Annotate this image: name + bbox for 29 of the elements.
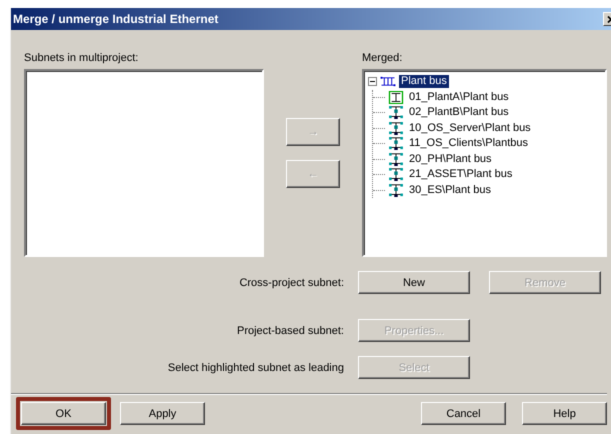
- tree-item[interactable]: 10_OS_Server\Plant bus: [407, 122, 533, 135]
- subnet-icon: [388, 184, 404, 197]
- collapse-icon[interactable]: [368, 75, 377, 88]
- dialog-button[interactable]: Cancel: [421, 402, 506, 425]
- window-title: Merge / unmerge Industrial Ethernet: [13, 12, 218, 26]
- field-label: Project-based subnet:: [236, 324, 344, 336]
- tree-item[interactable]: 21_ASSET\Plant bus: [407, 168, 514, 182]
- subnet-icon: [388, 152, 404, 166]
- dialog-button[interactable]: Help: [522, 402, 607, 425]
- subnets-list[interactable]: [24, 69, 264, 257]
- tree-item[interactable]: 30_ES\Plant bus: [407, 184, 493, 197]
- network-icon: [380, 75, 396, 88]
- subnet-icon: [388, 106, 404, 120]
- subnet-icon: [388, 90, 404, 104]
- subnet-icon: [388, 168, 404, 182]
- tree-item[interactable]: 11_OS_Clients\Plantbus: [407, 137, 530, 150]
- tree-item[interactable]: 02_PlantB\Plant bus: [407, 106, 511, 120]
- tree-item[interactable]: Plant bus: [399, 75, 449, 88]
- field-label: Cross-project subnet:: [238, 276, 344, 288]
- dialog-button[interactable]: OK: [21, 402, 106, 425]
- subnet-icon: [388, 137, 404, 150]
- tree-item[interactable]: 20_PH\Plant bus: [407, 152, 494, 166]
- list-label: Subnets in multiproject:: [24, 52, 140, 65]
- tree-label: Merged:: [362, 52, 404, 65]
- tree-item[interactable]: 01_PlantA\Plant bus: [407, 90, 511, 104]
- action-button[interactable]: New: [358, 271, 470, 294]
- dialog-button[interactable]: Apply: [120, 402, 205, 425]
- field-label: Select highlighted subnet as leading: [166, 362, 344, 374]
- subnet-icon: [388, 122, 404, 135]
